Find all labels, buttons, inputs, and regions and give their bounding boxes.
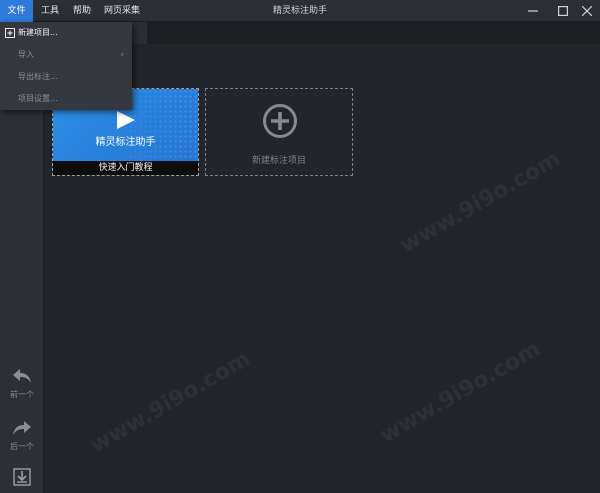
menu-item-import[interactable]: 导入 › bbox=[0, 44, 132, 66]
download-button[interactable] bbox=[0, 468, 44, 489]
close-button[interactable] bbox=[572, 0, 600, 22]
previous-button[interactable]: 前一个 bbox=[0, 366, 44, 400]
menu-item-export[interactable]: 导出标注... bbox=[0, 66, 132, 88]
menu-tools[interactable]: 工具 bbox=[35, 0, 65, 22]
close-icon bbox=[582, 6, 592, 16]
watermark: www.9i9o.com bbox=[85, 346, 255, 459]
tutorial-caption: 快速入门教程 bbox=[53, 161, 198, 175]
new-project-card[interactable]: 新建标注项目 bbox=[205, 88, 353, 176]
previous-label: 前一个 bbox=[10, 390, 34, 399]
menu-item-label: 导出标注... bbox=[18, 72, 58, 81]
chevron-right-icon: › bbox=[120, 50, 124, 60]
minimize-button[interactable] bbox=[518, 0, 548, 22]
menu-help[interactable]: 帮助 bbox=[67, 0, 97, 22]
maximize-icon bbox=[558, 6, 568, 16]
plus-circle-icon bbox=[263, 104, 297, 138]
tutorial-brand: 精灵标注助手 bbox=[95, 137, 156, 148]
file-menu-dropdown: 新建项目... 导入 › 导出标注... 项目设置... bbox=[0, 22, 132, 110]
menu-item-label: 新建项目... bbox=[18, 28, 58, 37]
redo-arrow-icon bbox=[13, 421, 31, 435]
menu-web-capture[interactable]: 网页采集 bbox=[99, 0, 145, 22]
new-project-label: 新建标注项目 bbox=[251, 156, 306, 166]
menu-item-label: 导入 bbox=[18, 50, 34, 59]
watermark: www.9i9o.com bbox=[395, 146, 565, 259]
menu-item-project-settings[interactable]: 项目设置... bbox=[0, 88, 132, 110]
watermark: www.9i9o.com bbox=[375, 336, 545, 449]
menu-item-label: 项目设置... bbox=[18, 94, 58, 103]
play-icon bbox=[117, 111, 135, 129]
menu-item-new-project[interactable]: 新建项目... bbox=[0, 22, 132, 44]
next-button[interactable]: 后一个 bbox=[0, 418, 44, 452]
new-project-icon bbox=[5, 28, 15, 38]
undo-arrow-icon bbox=[13, 369, 31, 383]
minimize-icon bbox=[528, 10, 538, 12]
menu-file[interactable]: 文件 bbox=[0, 0, 33, 22]
title-bar: 文件 工具 帮助 网页采集 精灵标注助手 bbox=[0, 0, 600, 22]
download-icon bbox=[13, 468, 31, 486]
next-label: 后一个 bbox=[10, 442, 34, 451]
